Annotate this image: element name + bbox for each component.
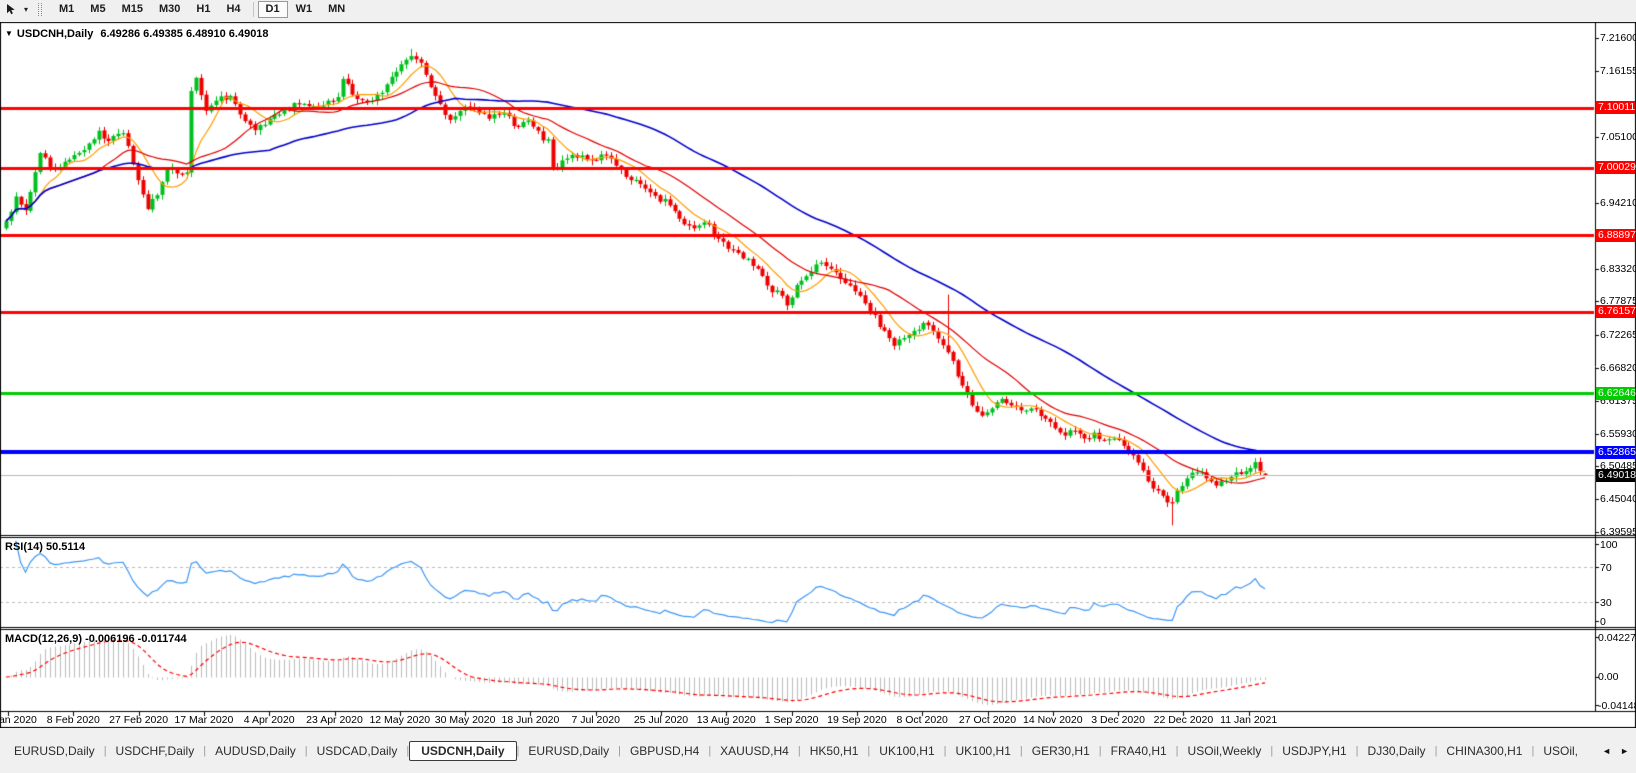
rsi-axis-tick: 70 [1600, 561, 1612, 574]
macd-axis-tick: 0.00 [1598, 671, 1619, 683]
price-line-tag: 6.88897 [1596, 228, 1636, 242]
rsi-label: RSI(14) 50.5114 [5, 541, 86, 553]
chart-tab-china300-h1[interactable]: CHINA300,H1 [1437, 742, 1531, 760]
macd-axis-tick: 0.042275 [1598, 632, 1636, 644]
date-axis-label: 21 Jan 2020 [0, 714, 37, 726]
tabs-scroll-right-icon[interactable]: ► [1620, 746, 1629, 756]
chart-tab-usdchf-daily[interactable]: USDCHF,Daily [107, 742, 204, 760]
chart-tab-ger30-h1[interactable]: GER30,H1 [1023, 742, 1099, 760]
cursor-tool-icon[interactable] [3, 2, 19, 17]
chart-tabbar: EURUSD,Daily | USDCHF,Daily | AUDUSD,Daily | U… [0, 740, 1636, 762]
date-axis-label: 8 Feb 2020 [46, 714, 100, 726]
price-line-tag: 7.00029 [1596, 161, 1636, 175]
macd-label: MACD(12,26,9) -0.006196 -0.011744 [5, 633, 187, 645]
price-axis-tick: 7.05100 [1600, 131, 1636, 144]
price-axis-tick: 7.16155 [1600, 64, 1636, 77]
toolbar-separator [252, 2, 254, 17]
date-axis-label: 25 Jul 2020 [633, 714, 689, 726]
chart-tab-xauusd-h4[interactable]: XAUUSD,H4 [711, 742, 798, 760]
price-line-tag: 6.52865 [1596, 445, 1636, 459]
chart-tab-dj30-daily[interactable]: DJ30,Daily [1359, 742, 1435, 760]
rsi-axis-tick: 30 [1600, 596, 1612, 609]
date-axis-label: 7 Jul 2020 [571, 714, 620, 726]
date-axis-label: 14 Nov 2020 [1023, 714, 1083, 726]
chart-tab-uk100-h1[interactable]: UK100,H1 [947, 742, 1020, 760]
price-axis-tick: 6.45040 [1600, 493, 1636, 506]
chart-tab-usdcad-daily[interactable]: USDCAD,Daily [308, 742, 407, 760]
date-axis-label: 30 May 2020 [434, 714, 496, 726]
chart-tab-usdjpy-h1[interactable]: USDJPY,H1 [1273, 742, 1355, 760]
timeframe-button-m1[interactable]: M1 [51, 1, 82, 18]
dropdown-caret-icon[interactable]: ▾ [19, 5, 33, 14]
date-axis-label: 27 Feb 2020 [109, 714, 169, 726]
price-line-tag: 6.76157 [1596, 305, 1636, 319]
date-axis-label: 12 May 2020 [369, 714, 431, 726]
price-axis-tick: 6.72265 [1600, 329, 1636, 342]
chart-plot-canvas[interactable] [0, 22, 1636, 728]
chart-tab-fra40-h1[interactable]: FRA40,H1 [1102, 742, 1176, 760]
date-axis-label: 19 Sep 2020 [827, 714, 887, 726]
date-axis-label: 8 Oct 2020 [896, 714, 948, 726]
price-axis-tick: 6.83320 [1600, 262, 1636, 275]
date-axis-label: 3 Dec 2020 [1091, 714, 1145, 726]
chart-tab-usdcnh-daily[interactable]: USDCNH,Daily [409, 741, 517, 761]
date-axis-label: 17 Mar 2020 [174, 714, 234, 726]
collapse-arrow-icon[interactable]: ▼ [5, 29, 13, 38]
date-axis-label: 22 Dec 2020 [1153, 714, 1214, 726]
price-axis-tick: 6.55930 [1600, 427, 1636, 440]
rsi-axis-tick: 0 [1600, 616, 1606, 628]
price-line-tag: 6.49018 [1596, 468, 1636, 482]
chart-tab-eurusd-daily[interactable]: EURUSD,Daily [5, 742, 104, 760]
chart-symbol-label: USDCNH,Daily [16, 28, 94, 40]
price-line-tag: 6.62646 [1596, 386, 1636, 400]
price-axis-tick: 6.94210 [1600, 196, 1636, 209]
chart-tabs: EURUSD,Daily | USDCHF,Daily | AUDUSD,Daily | U… [5, 740, 1597, 762]
timeframe-button-mn[interactable]: MN [320, 1, 353, 18]
price-axis-tick: 7.21600 [1600, 32, 1636, 44]
date-axis-label: 23 Apr 2020 [306, 714, 363, 726]
toolbar-grip[interactable] [38, 3, 42, 16]
tab-scroll-arrows: ◄ ► [1597, 746, 1634, 756]
rsi-axis-tick: 100 [1600, 539, 1618, 551]
date-axis-label: 4 Apr 2020 [243, 714, 295, 726]
chart-tab-hk50-h1[interactable]: HK50,H1 [801, 742, 868, 760]
chart-tab-eurusd-daily[interactable]: EURUSD,Daily [519, 742, 618, 760]
timeframe-button-m5[interactable]: M5 [82, 1, 113, 18]
price-axis-tick: 6.66820 [1600, 361, 1636, 374]
timeframe-button-w1[interactable]: W1 [288, 1, 321, 18]
chart-tab-usoil-weekly[interactable]: USOil,Weekly [1179, 742, 1271, 760]
toolbar: ▾ M1 M5 M15 M30 H1 H4 D1 W1 MN [0, 0, 1636, 19]
date-axis-label: 11 Jan 2021 [1220, 714, 1278, 726]
chart-tab-gbpusd-h4[interactable]: GBPUSD,H4 [621, 742, 708, 760]
cursor-arrow-glyph [6, 4, 15, 15]
chart-ohlc-values: 6.49286 6.49385 6.48910 6.49018 [100, 28, 269, 40]
date-axis-label: 13 Aug 2020 [696, 714, 756, 726]
timeframe-buttons: M1 M5 M15 M30 H1 H4 D1 W1 MN [51, 1, 353, 18]
timeframe-button-h4[interactable]: H4 [218, 1, 248, 18]
date-axis-label: 18 Jun 2020 [501, 714, 560, 726]
timeframe-button-h1[interactable]: H1 [188, 1, 218, 18]
timeframe-button-m30[interactable]: M30 [151, 1, 188, 18]
date-axis-label: 27 Oct 2020 [958, 714, 1017, 726]
price-axis-tick: 6.39595 [1600, 526, 1636, 538]
date-axis-label: 1 Sep 2020 [764, 714, 819, 726]
timeframe-button-d1[interactable]: D1 [257, 1, 288, 18]
chart-window: ▼ USDCNH,Daily 6.49286 6.49385 6.48910 6.4… [0, 22, 1636, 728]
chart-title: ▼ USDCNH,Daily 6.49286 6.49385 6.48910 6.4… [5, 28, 269, 40]
timeframe-button-m15[interactable]: M15 [114, 1, 151, 18]
chart-tab-usoil[interactable]: USOil, [1534, 742, 1587, 760]
macd-axis-tick: -0.04148 [1598, 700, 1636, 712]
chart-tab-uk100-h1[interactable]: UK100,H1 [870, 742, 943, 760]
price-line-tag: 7.10011 [1596, 101, 1636, 115]
chart-tab-audusd-daily[interactable]: AUDUSD,Daily [206, 742, 305, 760]
tabs-scroll-left-icon[interactable]: ◄ [1602, 746, 1611, 756]
